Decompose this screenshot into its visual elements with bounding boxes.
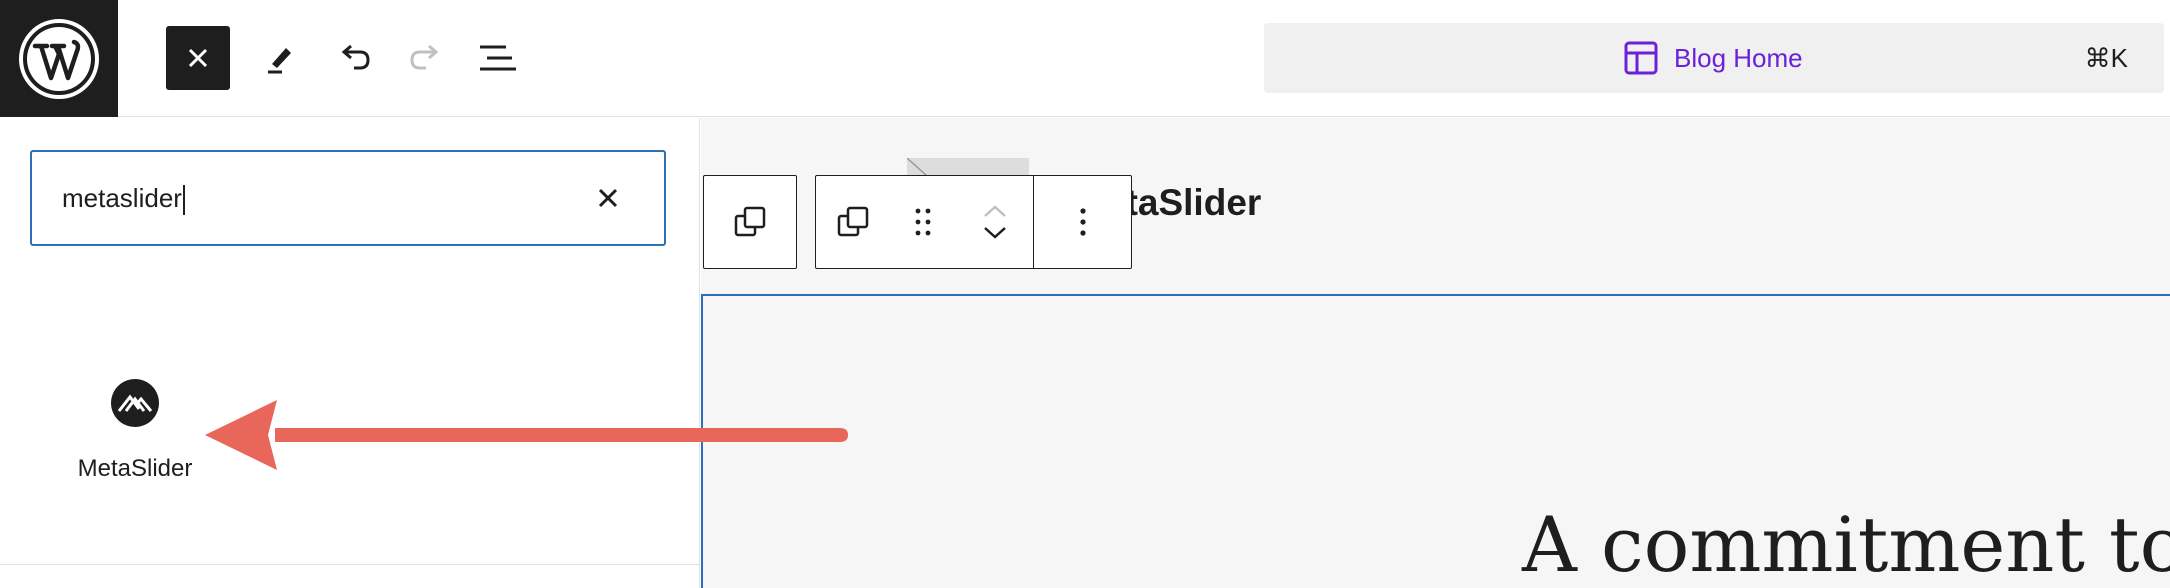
editor-header: Blog Home ⌘K: [0, 0, 2170, 117]
chevron-down-icon[interactable]: [982, 226, 1008, 240]
wordpress-icon[interactable]: [0, 0, 118, 117]
metaslider-block-item[interactable]: MetaSlider: [60, 378, 210, 483]
move-block-controls[interactable]: [956, 176, 1033, 268]
block-item-label: MetaSlider: [77, 455, 193, 482]
chevron-up-icon[interactable]: [982, 204, 1008, 218]
block-toolbar: [815, 175, 1132, 269]
undo-button[interactable]: [322, 26, 386, 90]
document-title: Blog Home: [1674, 42, 1803, 73]
list-view-icon: [480, 45, 516, 71]
drag-handle[interactable]: [890, 176, 956, 268]
command-bar[interactable]: Blog Home ⌘K: [1264, 23, 2164, 93]
block-placeholder: [906, 157, 1029, 177]
close-icon: [188, 48, 208, 68]
block-inserter-panel: metaslider MetaSlider: [0, 118, 700, 588]
search-value: metaslider: [62, 183, 182, 213]
metaslider-icon: [111, 379, 159, 427]
duplicate-icon: [837, 206, 869, 237]
redo-icon: [410, 44, 439, 70]
block-search-input[interactable]: metaslider: [30, 150, 666, 246]
keyboard-shortcut: ⌘K: [2084, 43, 2128, 73]
duplicate-icon: [734, 206, 766, 237]
panel-divider: [0, 564, 700, 565]
block-type-button[interactable]: [816, 176, 890, 268]
close-inserter-button[interactable]: [166, 26, 230, 90]
document-overview-button[interactable]: [466, 26, 530, 90]
annotation-arrow-icon: [205, 400, 848, 470]
layout-icon: [1624, 41, 1658, 75]
heading-text[interactable]: A commitment to i: [1522, 500, 2170, 588]
redo-button[interactable]: [394, 26, 458, 90]
more-vertical-icon: [1079, 208, 1086, 236]
block-options-button[interactable]: [1034, 176, 1131, 268]
clear-search-icon[interactable]: [592, 182, 624, 214]
tools-button[interactable]: [248, 26, 312, 90]
text-caret: [182, 185, 185, 216]
pencil-icon: [268, 48, 291, 74]
drag-handle-icon: [915, 208, 931, 236]
undo-icon: [341, 44, 370, 70]
select-parent-block-button[interactable]: [703, 175, 797, 269]
